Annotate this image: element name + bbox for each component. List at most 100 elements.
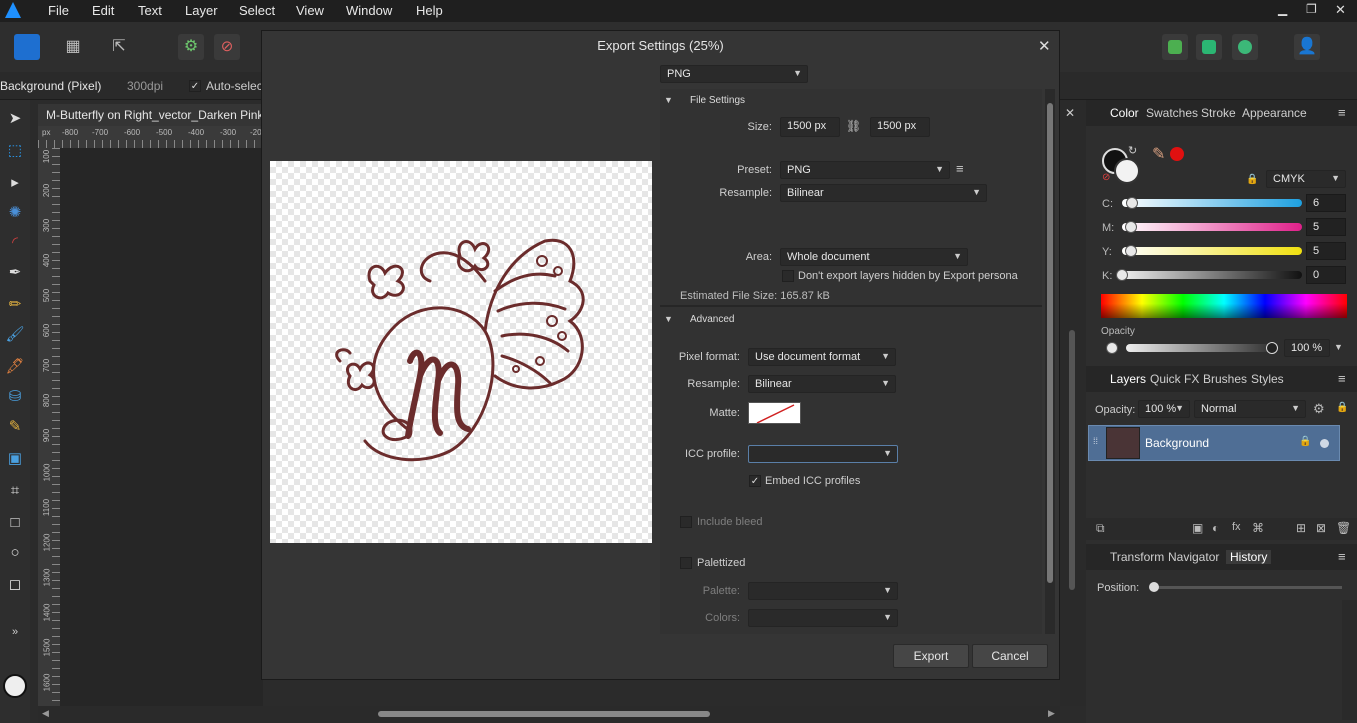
rectangle-tool-icon[interactable]: □ (5, 512, 25, 532)
adv-resample-select[interactable]: Bilinear ▼ (748, 375, 896, 393)
tab-stroke[interactable]: Stroke (1201, 106, 1236, 120)
export-button[interactable]: Export (893, 644, 969, 668)
move-tool-icon[interactable]: ➤ (5, 108, 25, 128)
menu-window[interactable]: Window (346, 3, 392, 18)
slider-handle[interactable] (1125, 221, 1137, 233)
brush-tool-icon[interactable]: 🖌 (5, 324, 25, 344)
document-tab[interactable]: M-Butterfly on Right_vector_Darken Pink.… (38, 104, 263, 126)
flood-select-icon[interactable]: ✺ (5, 202, 25, 222)
dialog-scrollbar[interactable] (1045, 89, 1055, 634)
pen-tool-icon[interactable]: ✒ (5, 262, 25, 282)
collapse-icon[interactable]: ▼ (664, 95, 673, 105)
black-slider[interactable] (1122, 271, 1302, 279)
menu-file[interactable]: File (48, 3, 69, 18)
yellow-value[interactable]: 5 (1306, 242, 1346, 260)
color-swatch[interactable] (3, 674, 27, 698)
format-select[interactable]: PNG ▼ (660, 65, 808, 83)
restore-icon[interactable]: ❐ (1306, 2, 1317, 16)
panel-menu-icon[interactable]: ≡ (1338, 549, 1346, 564)
panel-menu-icon[interactable]: ≡ (1338, 105, 1346, 120)
blend-mode-select[interactable]: Normal ▼ (1194, 400, 1306, 418)
view-mode-b-icon[interactable] (1196, 34, 1222, 60)
position-slider[interactable] (1154, 586, 1342, 589)
tab-history[interactable]: History (1226, 550, 1272, 564)
menu-help[interactable]: Help (416, 3, 443, 18)
node-tool-icon[interactable]: ▸ (5, 172, 25, 192)
area-select[interactable]: Whole document ▼ (780, 248, 968, 266)
cancel-button[interactable]: Cancel (972, 644, 1048, 668)
height-input[interactable]: 1500 px (870, 117, 930, 137)
slider-handle[interactable] (1266, 342, 1278, 354)
pixel-format-select[interactable]: Use document format ▼ (748, 348, 896, 366)
layer-opacity-select[interactable]: 100 % ▼ (1138, 400, 1190, 418)
preset-menu-icon[interactable]: ≡ (956, 161, 964, 176)
palette-select[interactable]: ▼ (748, 582, 898, 600)
width-input[interactable]: 1500 px (780, 117, 840, 137)
paint-tool-icon[interactable]: 🖋 (5, 356, 25, 376)
scroll-thumb[interactable] (378, 711, 710, 717)
resample-select[interactable]: Bilinear ▼ (780, 184, 987, 202)
lock-icon[interactable]: 🔒 (1246, 174, 1258, 185)
picked-color-swatch[interactable] (1170, 147, 1184, 161)
pencil-tool-icon[interactable]: ✏ (5, 294, 25, 314)
selection-tool-icon[interactable]: ⬚ (5, 140, 25, 160)
layer-lock-icon[interactable]: 🔒 (1336, 402, 1348, 413)
view-mode-a-icon[interactable] (1162, 34, 1188, 60)
layers-stack-icon[interactable]: ⧉ (1096, 521, 1105, 536)
document-canvas[interactable] (60, 148, 263, 708)
slider-handle[interactable] (1116, 269, 1128, 281)
embed-icc-checkbox[interactable]: ✓ (749, 475, 761, 487)
adjustment-icon[interactable]: ◐ (1212, 521, 1219, 535)
shape-tool-icon[interactable]: ◻ (5, 574, 25, 594)
scroll-right-icon[interactable]: ▶ (1048, 708, 1055, 719)
yellow-slider[interactable] (1122, 247, 1302, 255)
photo-persona-icon[interactable] (14, 34, 40, 60)
tab-brushes[interactable]: Brushes (1203, 372, 1247, 386)
chevron-down-icon[interactable]: ▼ (1334, 342, 1343, 352)
hidden-layers-checkbox[interactable] (782, 270, 794, 282)
magenta-value[interactable]: 5 (1306, 218, 1346, 236)
layer-locked-icon[interactable]: 🔒 (1299, 436, 1311, 447)
smudge-tool-icon[interactable]: ✎ (5, 416, 25, 436)
image-tool-icon[interactable]: ▣ (5, 448, 25, 468)
magenta-slider[interactable] (1122, 223, 1302, 231)
history-scrollbar[interactable] (1342, 600, 1357, 720)
opacity-value[interactable]: 100 % (1284, 339, 1330, 357)
trash-icon[interactable]: 🗑 (1336, 521, 1351, 535)
scroll-thumb[interactable] (1069, 330, 1075, 590)
palettized-checkbox[interactable] (680, 557, 692, 569)
view-mode-c-icon[interactable] (1232, 34, 1258, 60)
close-window-icon[interactable]: ✕ (1335, 2, 1346, 18)
menu-layer[interactable]: Layer (185, 3, 218, 18)
add-layer-icon[interactable]: ⊞ (1296, 521, 1306, 535)
tab-swatches[interactable]: Swatches (1146, 106, 1198, 120)
tab-color[interactable]: Color (1110, 106, 1139, 120)
slider-handle[interactable] (1125, 245, 1137, 257)
tab-navigator[interactable]: Navigator (1168, 550, 1219, 564)
panel-menu-icon[interactable]: ≡ (1338, 371, 1346, 386)
horizontal-scrollbar[interactable]: ◀ ▶ (38, 706, 1060, 723)
account-icon[interactable]: 👤 (1294, 34, 1320, 60)
export-persona-icon[interactable]: ⇱ (106, 34, 132, 60)
scroll-left-icon[interactable]: ◀ (42, 708, 49, 719)
menu-edit[interactable]: Edit (92, 3, 114, 18)
no-fill-icon[interactable]: ⊘ (1102, 172, 1110, 183)
menu-select[interactable]: Select (239, 3, 275, 18)
tab-layers[interactable]: Layers (1110, 372, 1146, 386)
fill-tool-icon[interactable]: ⛁ (5, 386, 25, 406)
tab-transform[interactable]: Transform (1110, 550, 1164, 564)
auto-select-checkbox[interactable]: ✓ (189, 80, 201, 92)
colors-select[interactable]: ▼ (748, 609, 898, 627)
color-spectrum[interactable] (1101, 294, 1347, 318)
tab-appearance[interactable]: Appearance (1242, 106, 1307, 120)
cyan-value[interactable]: 6 (1306, 194, 1346, 212)
crop-tool-icon[interactable]: ⌗ (5, 480, 25, 500)
ellipse-tool-icon[interactable]: ○ (5, 542, 25, 562)
group-icon[interactable]: ⊠ (1316, 521, 1326, 535)
preset-select[interactable]: PNG ▼ (780, 161, 950, 179)
collapse-icon[interactable]: ▼ (664, 314, 673, 324)
drag-handle-icon[interactable]: ⁞⁞ (1093, 436, 1098, 446)
color-model-select[interactable]: CMYK ▼ (1266, 170, 1346, 188)
curve-tool-icon[interactable]: ◜ (5, 232, 25, 252)
grid-icon[interactable]: ▦ (60, 34, 86, 60)
